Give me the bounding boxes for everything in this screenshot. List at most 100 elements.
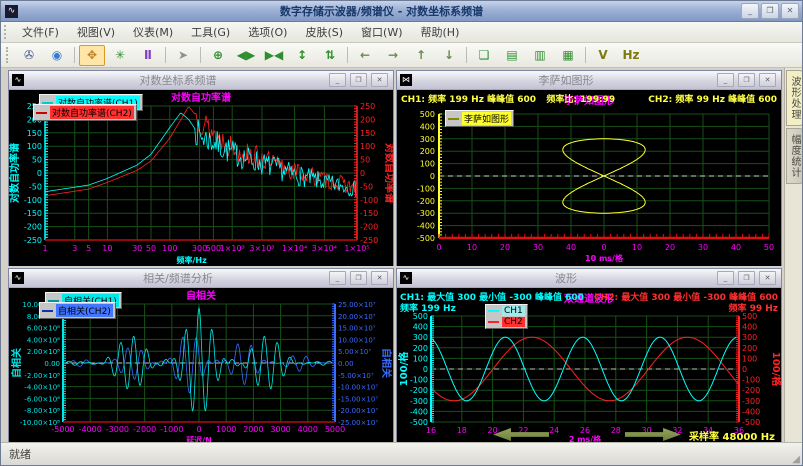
lissajous-minimize-button[interactable]: _ — [717, 73, 734, 87]
lissajous-legend-line — [448, 118, 459, 120]
expand-v-button[interactable]: ↕ — [289, 45, 315, 66]
scroll-right-button[interactable]: → — [380, 45, 406, 66]
hertz-button[interactable]: Hz — [618, 45, 644, 66]
waveform-freq-ch2: 频率 99 Hz — [728, 301, 778, 314]
menu-file[interactable]: 文件(F) — [13, 22, 68, 42]
statusbar: 就绪 ◢ — [1, 442, 802, 465]
svg-text:1×10⁴: 1×10⁴ — [282, 244, 307, 253]
svg-text:200: 200 — [742, 344, 757, 353]
shrink-v-button[interactable]: ⇅ — [317, 45, 343, 66]
menu-skin[interactable]: 皮肤(S) — [296, 22, 352, 42]
correlation-close-button[interactable]: ✕ — [371, 271, 388, 285]
waveform-close-button[interactable]: ✕ — [759, 271, 776, 285]
lissajous-legend[interactable]: 李萨如图形 — [445, 110, 514, 127]
svg-text:1000: 1000 — [216, 425, 236, 434]
spectrum-legend-ch2[interactable]: 对数自功率谱(CH2) — [33, 104, 137, 121]
tile-grid-button[interactable]: ▦ — [555, 45, 581, 66]
correlation-titlebar[interactable]: ∿ 相关/频谱分析 _ ❐ ✕ — [9, 269, 393, 288]
maximize-button[interactable]: ❐ — [761, 3, 779, 19]
svg-text:100: 100 — [162, 244, 177, 253]
lissajous-maximize-button[interactable]: ❐ — [738, 73, 755, 87]
svg-text:-50: -50 — [360, 182, 373, 191]
toolbar-separator — [585, 47, 586, 63]
volt-button[interactable]: V — [590, 45, 616, 66]
lissajous-legend-label: 李萨如图形 — [462, 112, 511, 125]
svg-text:-500: -500 — [417, 234, 435, 243]
svg-text:200: 200 — [360, 115, 375, 124]
lissajous-window-icon: ⋈ — [400, 74, 412, 86]
pointer-button[interactable]: ➤ — [170, 45, 196, 66]
minimize-button[interactable]: _ — [741, 3, 759, 19]
svg-text:-6.00×10⁸: -6.00×10⁸ — [24, 395, 60, 403]
svg-text:-300: -300 — [410, 397, 428, 406]
waveform-maximize-button[interactable]: ❐ — [738, 271, 755, 285]
svg-text:-200: -200 — [360, 223, 378, 232]
spectrum-minimize-button[interactable]: _ — [329, 73, 346, 87]
zoom-button[interactable]: ⊕ — [205, 45, 231, 66]
correlation-maximize-button[interactable]: ❐ — [350, 271, 367, 285]
svg-text:300: 300 — [413, 333, 428, 342]
waveform-minimize-button[interactable]: _ — [717, 271, 734, 285]
tile-vertical-button[interactable]: ▥ — [527, 45, 553, 66]
menu-meter[interactable]: 仪表(M) — [124, 22, 182, 42]
menu-help[interactable]: 帮助(H) — [412, 22, 469, 42]
svg-text:100: 100 — [742, 354, 757, 363]
svg-text:-2000: -2000 — [133, 425, 156, 434]
scroll-left-button[interactable]: ← — [352, 45, 378, 66]
cascade-button[interactable]: ❏ — [471, 45, 497, 66]
correlation-legend-ch2-label: 自相关(CH2) — [56, 304, 113, 317]
svg-text:2000: 2000 — [243, 425, 263, 434]
svg-text:150: 150 — [27, 129, 42, 138]
svg-text:3: 3 — [72, 244, 77, 253]
lissajous-window-title: 李萨如图形 — [415, 72, 717, 88]
svg-text:-200: -200 — [417, 197, 435, 206]
svg-text:100/格: 100/格 — [770, 352, 781, 388]
svg-text:1×10³: 1×10³ — [220, 244, 245, 253]
resize-grip[interactable]: ◢ — [792, 454, 800, 465]
tile-horizontal-button[interactable]: ▤ — [499, 45, 525, 66]
correlation-legend-ch2[interactable]: 自相关(CH2) — [39, 302, 116, 319]
close-button[interactable]: ✕ — [781, 3, 799, 19]
svg-text:-400: -400 — [410, 407, 428, 416]
save-button[interactable]: ✇ — [16, 45, 42, 66]
lissajous-titlebar[interactable]: ⋈ 李萨如图形 _ ❐ ✕ — [397, 71, 781, 90]
svg-text:500: 500 — [420, 110, 435, 119]
menu-view[interactable]: 视图(V) — [68, 22, 124, 42]
svg-text:40: 40 — [566, 243, 576, 252]
refresh-button[interactable]: ✳ — [107, 45, 133, 66]
svg-text:对数自功率谱: 对数自功率谱 — [171, 91, 231, 104]
svg-text:-300: -300 — [417, 209, 435, 218]
correlation-minimize-button[interactable]: _ — [329, 271, 346, 285]
svg-text:40: 40 — [731, 243, 741, 252]
menu-window[interactable]: 窗口(W) — [352, 22, 411, 42]
svg-text:24: 24 — [549, 426, 559, 435]
waveform-legend[interactable]: CH1 CH2 — [485, 304, 528, 329]
spectrum-titlebar[interactable]: ∿ 对数坐标系频谱 _ ❐ ✕ — [9, 71, 393, 90]
lissajous-status-ch1: CH1: 频率 199 Hz 峰峰值 600 — [401, 92, 536, 105]
pan-button[interactable]: ✥ — [79, 45, 105, 66]
waveform-titlebar[interactable]: ∿ 波形 _ ❐ ✕ — [397, 269, 781, 288]
svg-text:-20.00×10⁷: -20.00×10⁷ — [338, 407, 378, 415]
side-tab-amplitude-statistics[interactable]: 幅度统计 — [786, 128, 802, 184]
svg-text:3×10⁴: 3×10⁴ — [312, 244, 337, 253]
pause-button[interactable]: Ⅱ — [135, 45, 161, 66]
window-spectrum: ∿ 对数坐标系频谱 _ ❐ ✕ 250250200200150150100100… — [8, 70, 394, 266]
lissajous-close-button[interactable]: ✕ — [759, 73, 776, 87]
svg-text:0: 0 — [360, 169, 365, 178]
spectrum-maximize-button[interactable]: ❐ — [350, 73, 367, 87]
scroll-up-button[interactable]: ↑ — [408, 45, 434, 66]
svg-text:30: 30 — [533, 243, 543, 252]
svg-text:10 ms/格: 10 ms/格 — [585, 253, 624, 263]
menu-options[interactable]: 选项(O) — [239, 22, 296, 42]
shrink-h-button[interactable]: ▶◀ — [261, 45, 287, 66]
app-window-controls: _ ❐ ✕ — [741, 3, 799, 19]
svg-text:-4.00×10⁸: -4.00×10⁸ — [24, 384, 60, 392]
expand-h-button[interactable]: ◀▶ — [233, 45, 259, 66]
menu-tools[interactable]: 工具(G) — [182, 22, 239, 42]
waveform-window-title: 波形 — [415, 270, 717, 286]
about-button[interactable]: ◉ — [44, 45, 70, 66]
svg-text:4.00×10⁸: 4.00×10⁸ — [27, 336, 60, 344]
spectrum-close-button[interactable]: ✕ — [371, 73, 388, 87]
scroll-down-button[interactable]: ↓ — [436, 45, 462, 66]
side-tab-waveform-processing[interactable]: 波形处理 — [786, 70, 802, 126]
